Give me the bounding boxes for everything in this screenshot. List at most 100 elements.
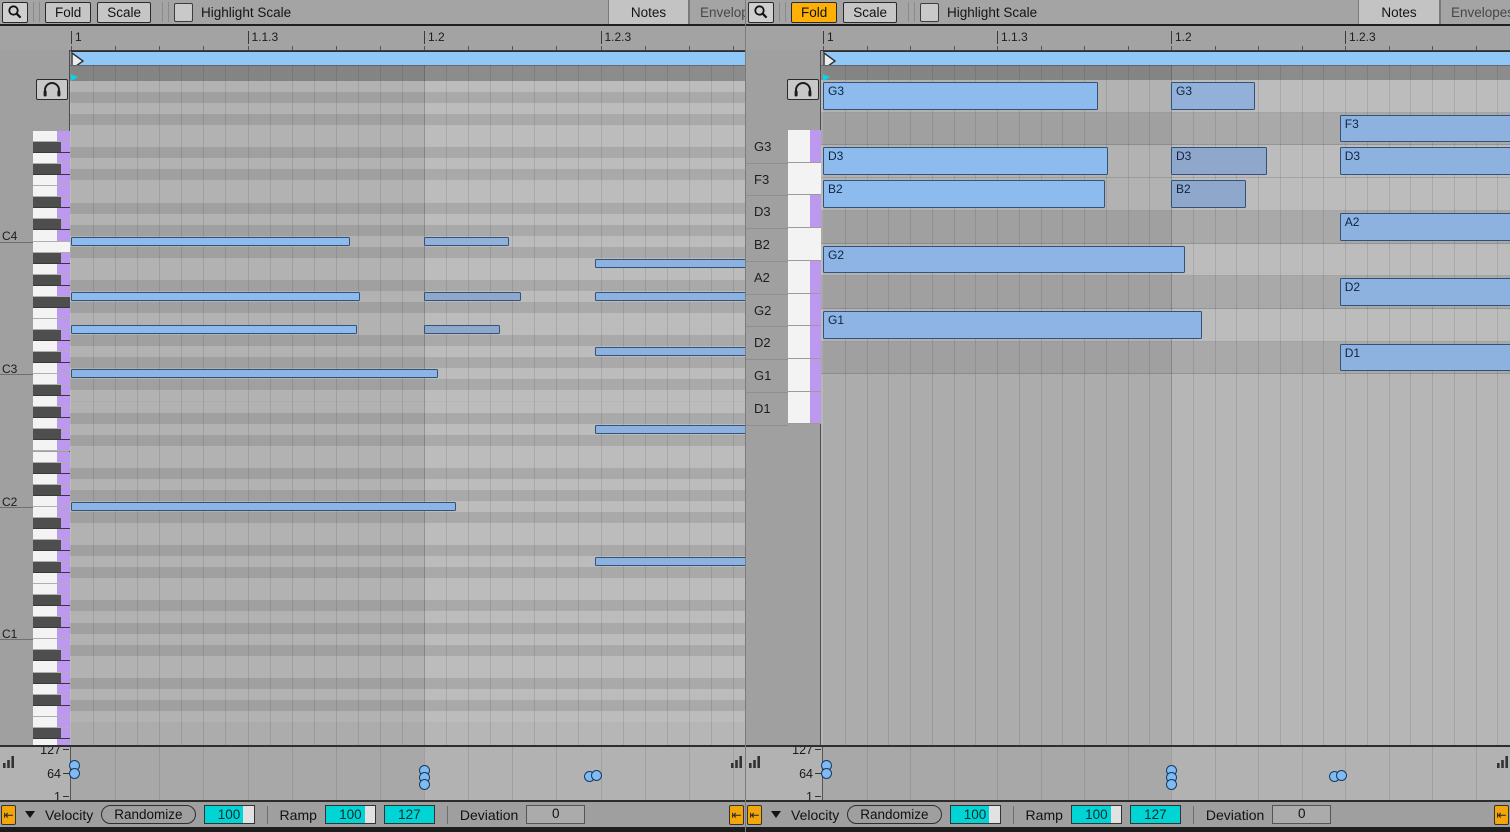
preview-headphones-button[interactable] [787, 79, 819, 100]
piano-key[interactable] [33, 440, 70, 451]
piano-key[interactable] [33, 684, 70, 695]
midi-note[interactable] [595, 259, 745, 268]
piano-key[interactable] [33, 673, 70, 684]
deviation-field[interactable]: 0 [1272, 805, 1331, 824]
midi-note[interactable] [595, 425, 745, 434]
midi-note[interactable]: D3 [1340, 147, 1510, 175]
midi-note[interactable]: B2 [823, 180, 1105, 208]
piano-key[interactable] [33, 628, 70, 639]
midi-note[interactable] [71, 325, 357, 334]
velocity-lane[interactable]: 127641 [746, 745, 1510, 800]
randomize-button[interactable]: Randomize [101, 805, 195, 824]
piano-key[interactable] [33, 186, 70, 197]
piano-key[interactable] [33, 474, 70, 485]
velocity-marker[interactable] [1166, 779, 1177, 790]
midi-note[interactable] [595, 557, 745, 566]
piano-key[interactable] [33, 717, 70, 728]
midi-note[interactable] [71, 292, 360, 301]
piano-key[interactable] [33, 695, 70, 706]
piano-key[interactable] [788, 228, 821, 261]
velocity-marker[interactable] [1336, 770, 1347, 781]
ramp-from-field[interactable]: 100 [1071, 805, 1122, 824]
piano-key[interactable] [33, 197, 70, 208]
midi-note[interactable] [71, 237, 350, 246]
fold-button[interactable]: Fold [791, 2, 837, 23]
piano-key[interactable] [33, 330, 70, 341]
piano-key[interactable] [33, 286, 70, 297]
piano-key[interactable] [788, 392, 821, 425]
midi-note[interactable]: D2 [1340, 278, 1510, 306]
piano-key[interactable] [788, 130, 821, 163]
tab-envelopes[interactable]: Envelopes [1440, 0, 1510, 24]
beat-time-ruler[interactable]: 11.1.31.21.2.3 [746, 27, 1510, 50]
piano-key[interactable] [788, 163, 821, 196]
piano-key[interactable] [33, 352, 70, 363]
piano-key[interactable] [33, 452, 70, 463]
piano-key[interactable] [33, 639, 70, 650]
piano-key[interactable] [33, 617, 70, 628]
highlight-scale-checkbox[interactable] [174, 3, 193, 22]
midi-note[interactable]: D3 [823, 147, 1108, 175]
scale-button[interactable]: Scale [843, 2, 897, 23]
zoom-tool-button[interactable] [2, 2, 28, 23]
piano-key[interactable] [33, 142, 70, 153]
piano-key[interactable] [33, 418, 70, 429]
piano-key[interactable] [33, 706, 70, 717]
piano-key[interactable] [788, 195, 821, 228]
midi-note[interactable] [595, 292, 745, 301]
preview-headphones-button[interactable] [36, 79, 68, 100]
piano-key[interactable] [33, 164, 70, 175]
midi-note[interactable]: F3 [1340, 115, 1510, 143]
piano-key[interactable] [33, 242, 70, 253]
piano-key[interactable] [33, 429, 70, 440]
piano-key[interactable] [33, 385, 70, 396]
piano-key[interactable] [33, 573, 70, 584]
midi-note[interactable]: D1 [1340, 344, 1510, 372]
lane-scroll-button[interactable]: ⇤ [729, 805, 744, 825]
piano-key[interactable] [33, 230, 70, 241]
piano-key[interactable] [33, 131, 70, 142]
midi-note[interactable]: G2 [823, 246, 1185, 274]
piano-key[interactable] [33, 253, 70, 264]
piano-key[interactable] [33, 728, 70, 739]
midi-note[interactable] [424, 292, 521, 301]
tab-notes[interactable]: Notes [1358, 0, 1440, 24]
midi-note[interactable] [71, 502, 456, 511]
piano-key[interactable] [33, 319, 70, 330]
note-editor[interactable]: 11.1.31.21.2.3G3F3D3B2A2G2D2G1D1G3D3B2G2… [746, 27, 1510, 800]
beat-time-ruler[interactable]: 11.1.31.21.2.3 [0, 27, 745, 50]
piano-key[interactable] [33, 407, 70, 418]
ramp-to-field[interactable]: 127 [1130, 805, 1181, 824]
piano-key[interactable] [33, 485, 70, 496]
lane-collapse-button[interactable]: ⇤ [1, 805, 16, 825]
piano-key[interactable] [788, 326, 821, 359]
piano-key[interactable] [33, 584, 70, 595]
tab-notes[interactable]: Notes [608, 0, 689, 24]
midi-note[interactable] [595, 347, 745, 356]
piano-key[interactable] [33, 661, 70, 672]
piano-key[interactable] [33, 175, 70, 186]
piano-key[interactable] [33, 374, 70, 385]
piano-key[interactable] [33, 363, 70, 374]
piano-key[interactable] [788, 359, 821, 392]
midi-note[interactable]: B2 [1171, 180, 1246, 208]
lane-dropdown-arrow[interactable] [771, 811, 781, 818]
piano-key[interactable] [33, 463, 70, 474]
deviation-field[interactable]: 0 [526, 805, 585, 824]
piano-key[interactable] [788, 261, 821, 294]
midi-note[interactable]: G3 [1171, 82, 1255, 110]
midi-note[interactable]: A2 [1340, 213, 1510, 241]
midi-note[interactable] [71, 369, 438, 378]
randomize-amount-field[interactable]: 100 [204, 805, 255, 824]
piano-key[interactable] [33, 518, 70, 529]
piano-key[interactable] [33, 562, 70, 573]
randomize-amount-field[interactable]: 100 [950, 805, 1001, 824]
midi-note[interactable]: G3 [823, 82, 1098, 110]
piano-key[interactable] [33, 208, 70, 219]
note-editor[interactable]: 11.1.31.21.2.3C4C3C2C1C0127641 [0, 27, 745, 800]
velocity-marker[interactable] [419, 779, 430, 790]
note-grid[interactable]: G3D3B2G2G1G3D3B2F3D3A2D2D1 [821, 65, 1510, 745]
piano-key[interactable] [33, 595, 70, 606]
piano-key[interactable] [33, 396, 70, 407]
piano-key[interactable] [788, 294, 821, 327]
